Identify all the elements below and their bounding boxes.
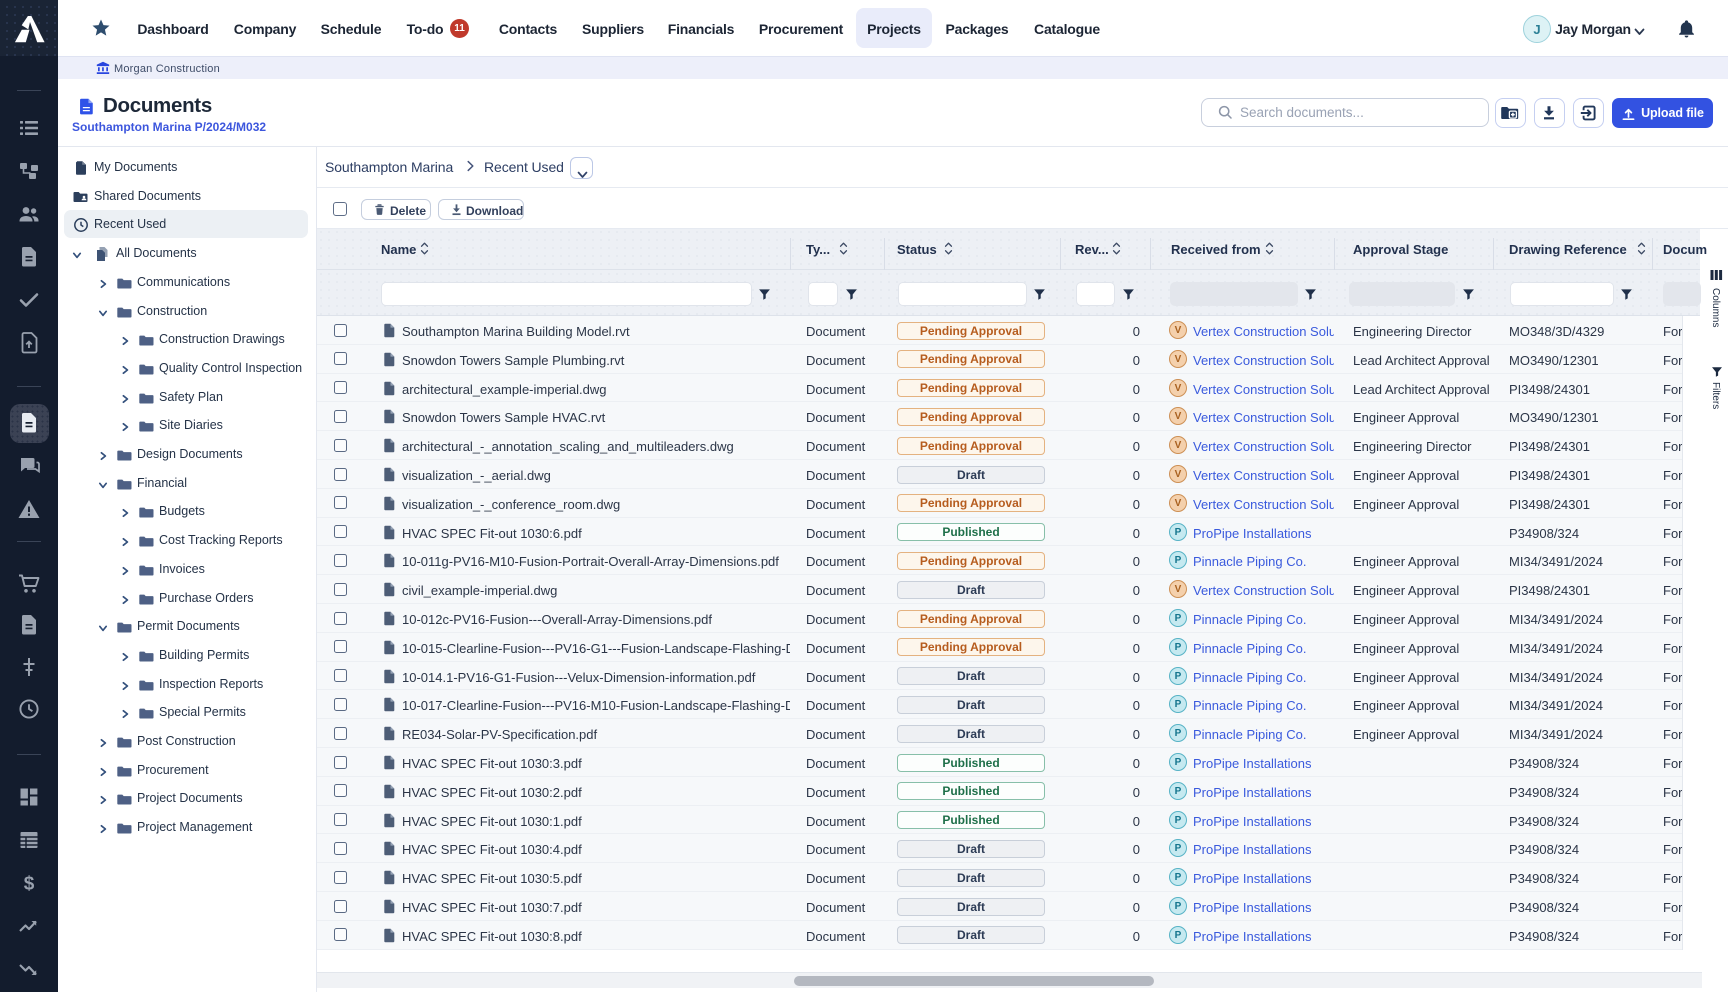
svg-text:$: $ xyxy=(24,874,35,895)
